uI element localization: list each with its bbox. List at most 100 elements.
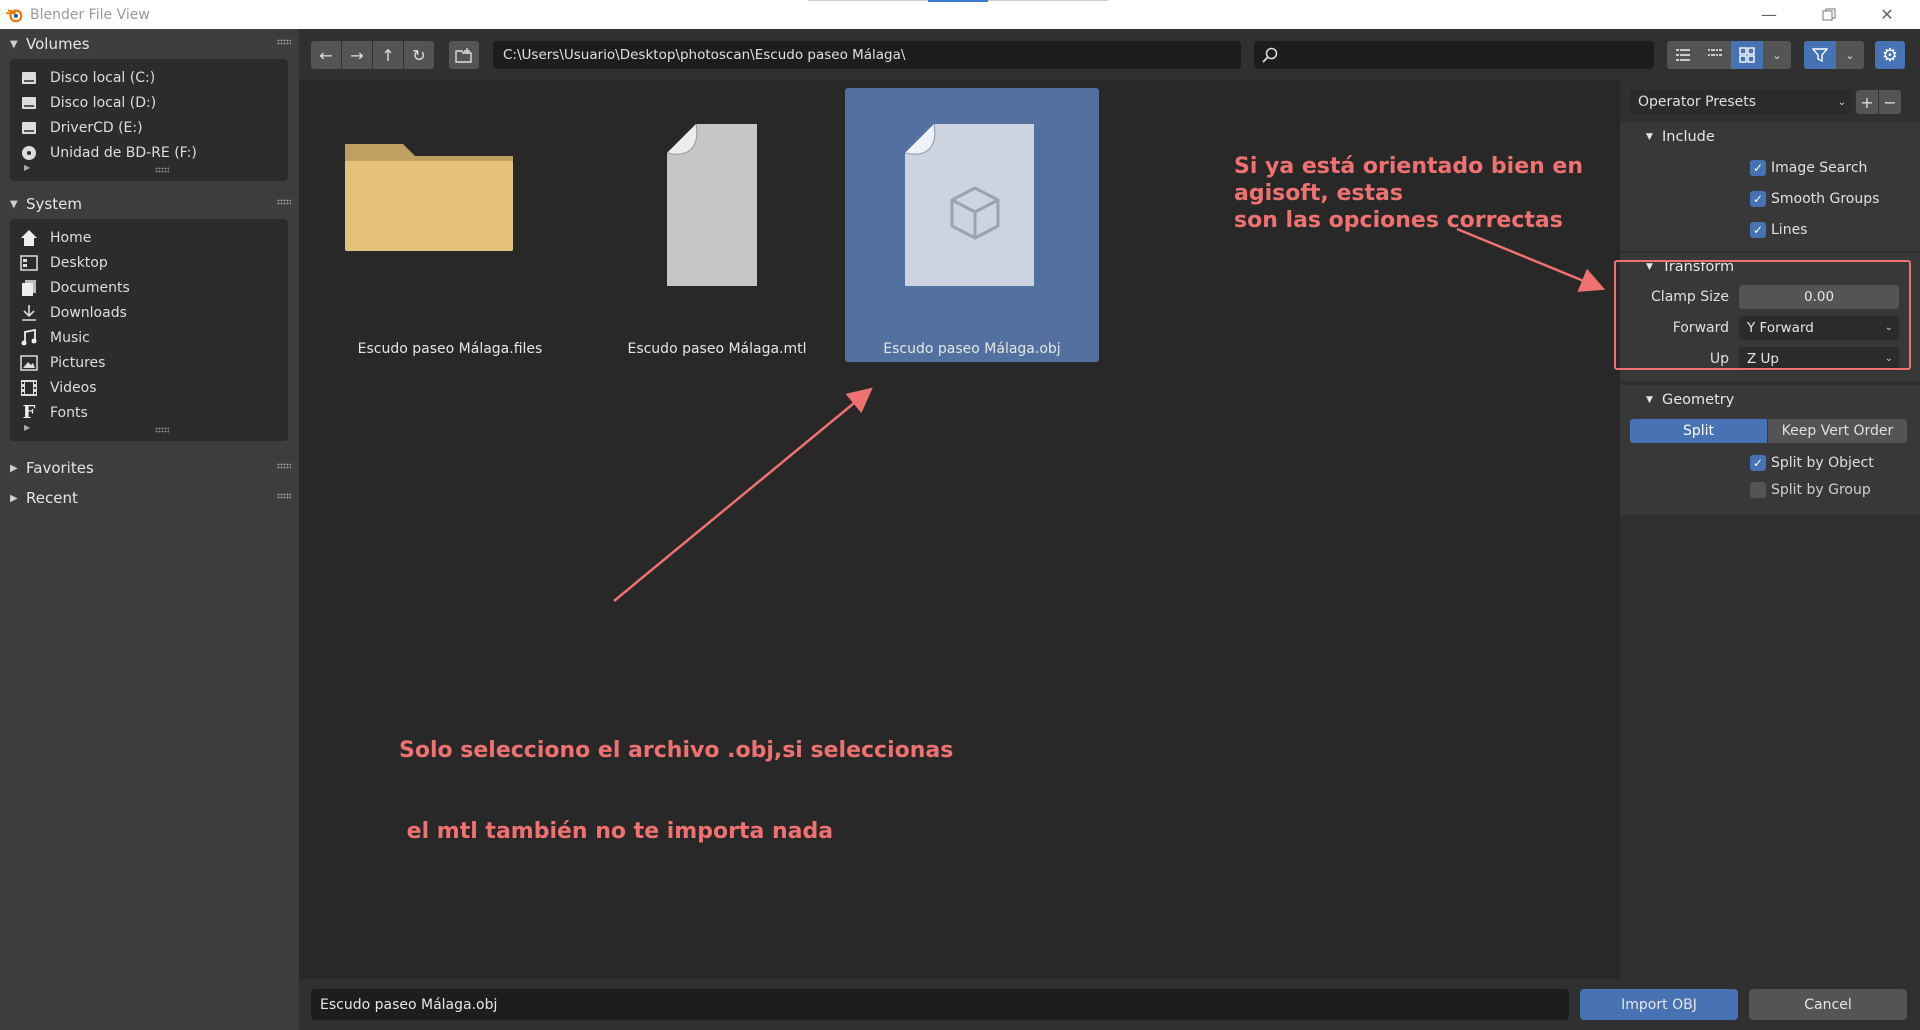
volume-item-c[interactable]: Disco local (C:) xyxy=(10,65,288,90)
sidebar-item-home[interactable]: Home xyxy=(10,225,288,250)
forward-axis-row: Forward Y Forward ⌄ xyxy=(1620,312,1920,343)
refresh-button[interactable]: ↻ xyxy=(404,41,434,69)
directory-path-input[interactable]: C:\Users\Usuario\Desktop\photoscan\Escud… xyxy=(493,41,1241,69)
volume-item-e[interactable]: DriverCD (E:) xyxy=(10,115,288,140)
sidebar-item-label: Music xyxy=(50,329,90,346)
sidebar-item-downloads[interactable]: Downloads xyxy=(10,300,288,325)
sidebar-item-label: Pictures xyxy=(50,354,106,371)
import-obj-button[interactable]: Import OBJ xyxy=(1580,989,1738,1020)
volumes-header[interactable]: ▼ Volumes xyxy=(0,29,299,59)
videos-icon xyxy=(20,379,38,397)
document-icon xyxy=(666,123,757,286)
annotation-line: Si ya está orientado bien en agisoft, es… xyxy=(1234,154,1584,206)
chevron-down-icon: ⌄ xyxy=(1772,48,1782,62)
keep-vert-order-button[interactable]: Keep Vert Order xyxy=(1768,419,1907,443)
sidebar-item-desktop[interactable]: Desktop xyxy=(10,250,288,275)
smooth-groups-checkbox[interactable]: ✓ Smooth Groups xyxy=(1620,183,1920,214)
file-tile-obj-selected[interactable]: Escudo paseo Málaga.obj xyxy=(845,88,1099,362)
volumes-title: Volumes xyxy=(26,35,90,53)
lines-checkbox[interactable]: ✓ Lines xyxy=(1620,214,1920,245)
drag-grip-icon[interactable] xyxy=(277,199,291,205)
split-by-group-checkbox[interactable]: Split by Group xyxy=(1620,476,1920,503)
restore-button[interactable] xyxy=(1800,0,1858,29)
cancel-button[interactable]: Cancel xyxy=(1749,989,1907,1020)
sidebar-item-label: Downloads xyxy=(50,304,127,321)
checkmark-icon: ✓ xyxy=(1750,454,1766,471)
refresh-icon: ↻ xyxy=(412,45,426,65)
clamp-size-field[interactable]: 0.00 xyxy=(1739,284,1899,309)
new-folder-icon xyxy=(455,48,472,63)
forward-axis-dropdown[interactable]: Y Forward ⌄ xyxy=(1739,315,1899,340)
columns-view-icon xyxy=(1708,49,1722,56)
forward-button[interactable]: → xyxy=(342,41,372,69)
split-by-object-checkbox[interactable]: ✓ Split by Object xyxy=(1620,449,1920,476)
favorites-title: Favorites xyxy=(26,459,94,477)
checkbox-label: Image Search xyxy=(1771,159,1868,176)
operator-presets-dropdown[interactable]: Operator Presets ⌄ xyxy=(1630,90,1852,114)
blender-logo-icon xyxy=(6,8,23,22)
arrow-right-icon: → xyxy=(350,45,364,65)
drag-grip-icon[interactable] xyxy=(277,493,291,499)
mesh-document-icon xyxy=(904,123,1034,286)
clamp-size-row: Clamp Size 0.00 xyxy=(1620,281,1920,312)
transform-header[interactable]: ▼ Transform xyxy=(1620,253,1920,281)
music-icon xyxy=(20,328,38,347)
file-name: Escudo paseo Málaga.obj xyxy=(883,341,1061,357)
search-input[interactable] xyxy=(1254,41,1654,69)
filename-input[interactable]: Escudo paseo Málaga.obj xyxy=(311,989,1569,1020)
search-icon xyxy=(1262,47,1278,63)
split-mode-button[interactable]: Split xyxy=(1630,419,1767,443)
file-tile-folder[interactable]: Escudo paseo Málaga.files xyxy=(323,88,577,362)
home-icon xyxy=(20,229,38,247)
up-axis-dropdown[interactable]: Z Up ⌄ xyxy=(1739,346,1899,371)
window-title: Blender File View xyxy=(30,6,150,23)
checkmark-icon: ✓ xyxy=(1750,159,1766,176)
add-preset-button[interactable]: + xyxy=(1856,90,1878,114)
file-tile-mtl[interactable]: Escudo paseo Málaga.mtl xyxy=(590,88,844,362)
favorites-header[interactable]: ▶ Favorites xyxy=(0,453,299,483)
volume-item-d[interactable]: Disco local (D:) xyxy=(10,90,288,115)
annotation-line: Solo selecciono el archivo .obj,si selec… xyxy=(399,738,954,763)
geometry-header[interactable]: ▼ Geometry xyxy=(1620,385,1920,415)
horizontal-list-view-button[interactable] xyxy=(1699,41,1731,69)
system-list: Home Desktop Documents Downloads Music P… xyxy=(10,219,288,441)
new-folder-button[interactable] xyxy=(449,41,479,69)
display-size-dropdown[interactable]: ⌄ xyxy=(1763,41,1791,69)
remove-preset-button[interactable]: − xyxy=(1879,90,1901,114)
settings-toggle-button[interactable]: ⚙ xyxy=(1875,41,1905,69)
property-label: Forward xyxy=(1672,319,1729,336)
list-resize-grip[interactable]: ▶ xyxy=(10,163,288,175)
minimize-button[interactable]: — xyxy=(1740,0,1798,29)
collapse-triangle-icon: ▼ xyxy=(10,38,18,50)
sidebar-item-documents[interactable]: Documents xyxy=(10,275,288,300)
disc-icon xyxy=(20,144,38,162)
filter-toggle-button[interactable] xyxy=(1804,41,1836,69)
include-header[interactable]: ▼ Include xyxy=(1620,122,1920,152)
vertical-list-view-button[interactable] xyxy=(1667,41,1699,69)
documents-icon xyxy=(20,279,38,297)
system-header[interactable]: ▼ System xyxy=(0,189,299,219)
filter-options-dropdown[interactable]: ⌄ xyxy=(1836,41,1864,69)
sidebar-item-music[interactable]: Music xyxy=(10,325,288,350)
close-window-button[interactable]: ✕ xyxy=(1858,0,1916,29)
drag-grip-icon[interactable] xyxy=(277,463,291,469)
image-search-checkbox[interactable]: ✓ Image Search xyxy=(1620,152,1920,183)
sidebar-item-fonts[interactable]: F Fonts xyxy=(10,400,288,425)
volume-item-f[interactable]: Unidad de BD-RE (F:) xyxy=(10,140,288,165)
recent-header[interactable]: ▶ Recent xyxy=(0,483,299,513)
expand-triangle-icon: ▶ xyxy=(10,462,18,474)
parent-directory-button[interactable]: ↑ xyxy=(373,41,403,69)
font-icon: F xyxy=(22,402,36,423)
back-button[interactable]: ← xyxy=(311,41,341,69)
section-title: Geometry xyxy=(1662,392,1735,408)
thumbnail-view-button[interactable] xyxy=(1731,41,1763,69)
sidebar-item-videos[interactable]: Videos xyxy=(10,375,288,400)
drag-grip-icon[interactable] xyxy=(277,39,291,45)
list-resize-grip[interactable]: ▶ xyxy=(10,423,288,435)
checkmark-icon: ✓ xyxy=(1750,190,1766,207)
sidebar-item-pictures[interactable]: Pictures xyxy=(10,350,288,375)
volume-label: Unidad de BD-RE (F:) xyxy=(50,144,197,161)
collapse-triangle-icon: ▼ xyxy=(1646,395,1653,405)
include-section: ▼ Include ✓ Image Search ✓ Smooth Groups ✓ L… xyxy=(1620,122,1920,251)
bottom-bar: Escudo paseo Málaga.obj Import OBJ Cance… xyxy=(299,979,1920,1030)
